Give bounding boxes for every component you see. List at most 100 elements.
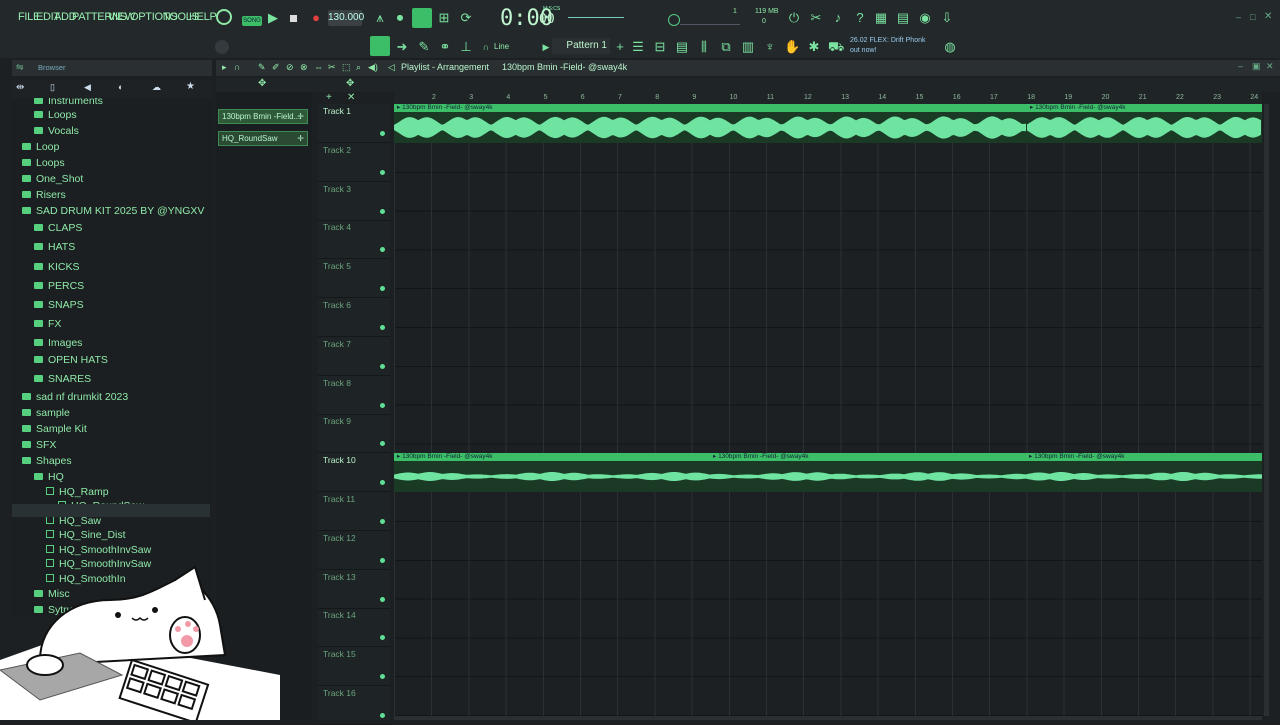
track-mute-led[interactable] [380, 286, 385, 292]
browser-folder[interactable]: PERCS [34, 279, 84, 294]
track-header[interactable]: Track 16 [318, 686, 390, 725]
magnet-tool-icon[interactable]: ∩ [234, 62, 240, 72]
browser-folder[interactable]: Images [34, 336, 82, 351]
audio-clip[interactable]: ▸ 130bpm Bmin -Field- @sway4k [394, 453, 710, 492]
add-pattern-icon[interactable]: + [612, 39, 628, 55]
playlist-expand-icon[interactable]: ✥ [346, 78, 354, 89]
stamp-icon[interactable]: ⊥ [458, 39, 474, 55]
touch-icon[interactable]: ✋ [784, 39, 800, 55]
track-mute-led[interactable] [380, 519, 385, 524]
pitch-knob[interactable] [215, 40, 229, 54]
track-header[interactable]: Track 15 [318, 647, 390, 687]
track-header[interactable]: Track 5 [318, 259, 390, 299]
browser-icon[interactable]: ⧉ [718, 39, 734, 55]
track-header[interactable]: Track 12 [318, 531, 390, 570]
browser-folder[interactable]: Sample Kit [22, 422, 87, 437]
browser-folder[interactable]: SNAPS [34, 298, 84, 313]
pencil-icon[interactable]: ✎ [416, 39, 432, 55]
close-icon[interactable]: ✕ [1264, 11, 1272, 22]
track-mute-led[interactable] [380, 169, 385, 175]
delete-tool-icon[interactable]: ⊘ [286, 62, 294, 73]
track-mute-led[interactable] [380, 247, 385, 253]
magnet-icon[interactable]: ∩ [478, 39, 494, 55]
play-icon[interactable]: ▶ [265, 10, 281, 26]
playlist-breadcrumb[interactable]: 130bpm Bmin -Field- @sway4k [502, 62, 627, 72]
picker-clip-2[interactable]: HQ_RoundSaw ✛ [218, 131, 308, 146]
blend-icon[interactable]: ⊞ [436, 10, 452, 26]
track-header[interactable]: Track 3 [318, 182, 390, 221]
track-header[interactable]: Track 1 [318, 104, 390, 143]
loop-record-icon[interactable]: ⟳ [458, 10, 474, 26]
project-icon[interactable]: ▥ [740, 39, 756, 55]
browser-folder[interactable]: Risers [22, 188, 66, 203]
wait-icon[interactable]: ⏺ [392, 10, 408, 26]
playlist-minimize-icon[interactable]: – [1238, 61, 1243, 71]
browser-file[interactable]: HQ_Sine_Dist [46, 528, 126, 543]
cart-icon[interactable]: ⛟ [828, 39, 844, 55]
track-header[interactable]: Track 6 [318, 298, 390, 337]
playlist-close-icon[interactable]: ✕ [1266, 61, 1274, 72]
timeline-ruler[interactable]: 2 3 4 5 6 7 8 9 10 11 12 13 14 15 16 17 18 19 20 21 22 23 24 [394, 92, 1262, 104]
browser-folder[interactable]: SFX [22, 438, 56, 453]
tempo-display[interactable]: 130.000 [328, 10, 364, 26]
plugin-database-icon[interactable]: ♆ [762, 39, 778, 55]
audio-clip[interactable]: ▸ 130bpm Bmin -Field- @sway4k [1027, 104, 1262, 143]
chat-icon[interactable]: ◉ [917, 10, 933, 26]
playlist-restore-icon[interactable]: ▣ [1252, 61, 1261, 72]
track-header[interactable]: Track 7 [318, 337, 390, 376]
browser-favorites-icon[interactable]: ★ [186, 81, 195, 92]
browser-folder[interactable]: sample [22, 406, 70, 421]
track-mute-led[interactable] [380, 674, 385, 680]
browser-folder[interactable]: sad nf drumkit 2023 [22, 390, 128, 405]
audio-clip[interactable]: ▸ 130bpm Bmin -Field- @sway4k [394, 104, 1027, 143]
news-line-2[interactable]: out now! [850, 47, 876, 54]
track-header[interactable]: Track 10 [318, 453, 390, 493]
track-mute-led[interactable] [380, 557, 385, 563]
browser-folder[interactable]: One_Shot [22, 172, 83, 187]
track-header[interactable]: Track 2 [318, 143, 390, 182]
select-tool-icon[interactable]: ⬚ [342, 62, 351, 73]
paint-tool-icon[interactable]: ✐ [272, 62, 280, 73]
master-pitch-knob[interactable] [668, 14, 680, 26]
browser-folder[interactable]: SNARES [34, 372, 91, 387]
countdown-toggle[interactable] [412, 8, 432, 28]
online-icon[interactable]: ◍ [942, 39, 958, 55]
track-header[interactable]: Track 9 [318, 414, 390, 454]
track-mute-led[interactable] [380, 325, 385, 330]
power-icon[interactable]: ⏻ [786, 10, 802, 26]
draw-tool-icon[interactable]: ✎ [258, 62, 266, 73]
tools-icon[interactable]: ✂ [808, 10, 824, 26]
save-icon[interactable]: ▦ [873, 10, 889, 26]
track-header[interactable]: Track 14 [318, 608, 390, 648]
browser-folder[interactable]: KICKS [34, 260, 80, 275]
track-mute-led[interactable] [380, 713, 385, 718]
track-mute-led[interactable] [380, 480, 385, 486]
remove-track-icon[interactable]: ✕ [347, 92, 355, 103]
track-mute-led[interactable] [380, 596, 385, 602]
track-mute-led[interactable] [380, 402, 385, 408]
audio-clip[interactable]: ▸ 130bpm Bmin -Field- @sway4k [1026, 453, 1262, 492]
browser-plugins-icon[interactable]: ◀ [84, 82, 91, 93]
piano-roll-icon[interactable]: ⊟ [652, 39, 668, 55]
browser-file[interactable]: HQ_SmoothInvSaw [46, 543, 151, 558]
track-mute-led[interactable] [380, 363, 385, 369]
plugin-icon[interactable]: ▤ [895, 10, 911, 26]
menu-help[interactable]: HELP [189, 11, 217, 23]
browser-folder[interactable]: Loops [34, 108, 77, 123]
track-header[interactable]: Track 13 [318, 570, 390, 609]
restore-icon[interactable]: □ [1250, 12, 1255, 22]
mic-icon[interactable]: ♪ [830, 10, 846, 26]
record-icon[interactable]: ● [308, 10, 324, 26]
browser-file[interactable]: HQ_Ramp [46, 485, 109, 500]
download-icon[interactable]: ⇩ [939, 10, 955, 26]
pat-song-toggle[interactable]: SONG [242, 16, 262, 26]
browser-sounds-icon[interactable]: ◐ [118, 82, 123, 92]
browser-folder[interactable]: OPEN HATS [34, 353, 108, 368]
browser-folder[interactable]: HATS [34, 240, 75, 255]
zoom-tool-icon[interactable]: ⌕ [356, 62, 361, 73]
browser-folder[interactable]: Shapes [22, 454, 72, 469]
track-header[interactable]: Track 11 [318, 492, 390, 531]
browser-folder[interactable]: HQ [34, 470, 64, 485]
browser-folder[interactable]: FX [34, 317, 61, 332]
picker-move-icon[interactable]: ✥ [258, 78, 266, 89]
